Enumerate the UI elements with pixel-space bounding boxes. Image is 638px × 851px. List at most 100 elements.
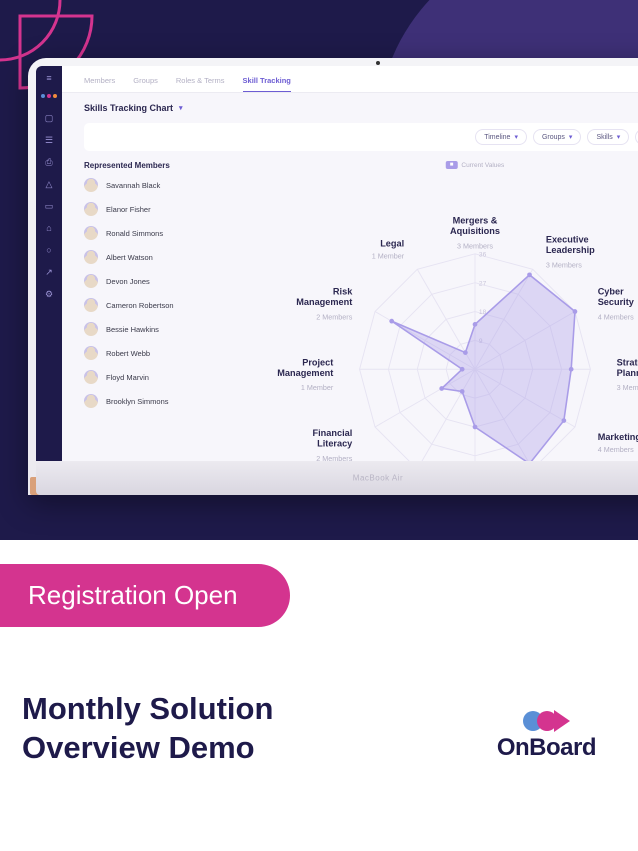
svg-text:27: 27 (479, 280, 487, 287)
svg-text:FinancialLiteracy: FinancialLiteracy (313, 428, 354, 448)
avatar (84, 202, 98, 216)
tab-members[interactable]: Members (84, 72, 115, 92)
legend-swatch: ■ (446, 161, 458, 169)
member-row[interactable]: Bessie Hawkins (84, 322, 234, 336)
member-name: Ronald Simmons (106, 229, 163, 238)
sidebar-item-7-icon[interactable]: ○ (43, 244, 55, 256)
chart-title-text: Skills Tracking Chart (84, 103, 173, 113)
avatar (84, 226, 98, 240)
member-name: Robert Webb (106, 349, 150, 358)
sidebar-item-6-icon[interactable]: ⌂ (43, 222, 55, 234)
filter-timeline[interactable]: Timeline▾ (475, 129, 527, 145)
radar-svg: 9182736Mergers &Aquisitions3 MembersExec… (252, 161, 638, 461)
svg-text:3 Members: 3 Members (457, 242, 493, 251)
legend-label: Current Values (461, 162, 504, 169)
svg-text:36: 36 (479, 251, 487, 258)
svg-text:1 Member: 1 Member (372, 251, 405, 260)
filter-row: Timeline▾Groups▾Skills▾Members▾ (84, 123, 638, 151)
members-title: Represented Members (84, 161, 234, 170)
member-name: Brooklyn Simmons (106, 397, 169, 406)
sidebar-item-5-icon[interactable]: ▭ (43, 200, 55, 212)
sidebar: ≡ ▢ ☰ ⎙ △ ▭ ⌂ ○ ↗ ⚙ (36, 66, 62, 461)
avatar (84, 274, 98, 288)
sidebar-item-4-icon[interactable]: △ (43, 178, 55, 190)
member-row[interactable]: Ronald Simmons (84, 226, 234, 240)
member-name: Savannah Black (106, 181, 160, 190)
tab-skill-tracking[interactable]: Skill Tracking (243, 72, 291, 92)
registration-banner: Registration Open (0, 564, 290, 627)
main-panel: Members Groups Roles & Terms Skill Tracking… (62, 66, 638, 461)
member-row[interactable]: Albert Watson (84, 250, 234, 264)
onboard-logo: OnBoard (497, 710, 596, 762)
member-name: Albert Watson (106, 253, 153, 262)
svg-text:StrategicPlanning: StrategicPlanning (617, 357, 638, 377)
svg-text:3 Members: 3 Members (546, 261, 582, 270)
tab-groups[interactable]: Groups (133, 72, 158, 92)
app-screen: ≡ ▢ ☰ ⎙ △ ▭ ⌂ ○ ↗ ⚙ (36, 66, 638, 461)
svg-text:Legal: Legal (380, 239, 404, 249)
laptop-frame: ≡ ▢ ☰ ⎙ △ ▭ ⌂ ○ ↗ ⚙ (28, 58, 638, 495)
tabs-row: Members Groups Roles & Terms Skill Tracking (62, 66, 638, 93)
member-name: Bessie Hawkins (106, 325, 159, 334)
headline-line-2: Overview Demo (22, 729, 273, 768)
svg-text:ProjectManagement: ProjectManagement (277, 357, 333, 377)
members-column: Represented Members Savannah Black Elanor… (84, 161, 234, 461)
svg-text:2 Members: 2 Members (316, 454, 352, 461)
body-row: Represented Members Savannah Black Elanor… (84, 161, 638, 461)
svg-text:3 Members: 3 Members (617, 383, 638, 392)
member-row[interactable]: Brooklyn Simmons (84, 394, 234, 408)
chevron-down-icon: ▾ (179, 104, 183, 112)
content-area: Skills Tracking Chart ▾ Timeline▾ Groups▾… (62, 93, 638, 461)
sidebar-item-2-icon[interactable]: ☰ (43, 134, 55, 146)
avatar (84, 250, 98, 264)
sidebar-item-8-icon[interactable]: ↗ (43, 266, 55, 278)
filter-skills[interactable]: Skills▾ (587, 129, 629, 145)
laptop-badge: MacBook Air (353, 474, 403, 483)
svg-text:4 Members: 4 Members (598, 312, 634, 321)
members-list: Savannah Black Elanor Fisher Ronald Simmon… (84, 178, 234, 408)
avatar (84, 178, 98, 192)
laptop-mockup: ≡ ▢ ☰ ⎙ △ ▭ ⌂ ○ ↗ ⚙ (28, 58, 638, 518)
chart-legend: ■ Current Values (446, 161, 505, 169)
avatar (84, 370, 98, 384)
sidebar-item-3-icon[interactable]: ⎙ (43, 156, 55, 168)
filter-groups[interactable]: Groups▾ (533, 129, 581, 145)
svg-text:4 Members: 4 Members (598, 445, 634, 454)
member-row[interactable]: Cameron Robertson (84, 298, 234, 312)
brand-name: OnBoard (497, 734, 596, 762)
hero-section: ≡ ▢ ☰ ⎙ △ ▭ ⌂ ○ ↗ ⚙ (0, 0, 638, 540)
member-row[interactable]: Elanor Fisher (84, 202, 234, 216)
chart-title[interactable]: Skills Tracking Chart ▾ (84, 103, 638, 113)
member-name: Cameron Robertson (106, 301, 174, 310)
member-row[interactable]: Savannah Black (84, 178, 234, 192)
avatar (84, 322, 98, 336)
svg-text:2 Members: 2 Members (316, 312, 352, 321)
member-name: Floyd Marvin (106, 373, 149, 382)
lower-section: Registration Open Monthly Solution Overv… (0, 540, 638, 851)
member-row[interactable]: Devon Jones (84, 274, 234, 288)
member-row[interactable]: Robert Webb (84, 346, 234, 360)
member-name: Devon Jones (106, 277, 150, 286)
svg-text:CyberSecurity: CyberSecurity (598, 286, 635, 306)
headline-line-1: Monthly Solution (22, 690, 273, 729)
sidebar-item-9-icon[interactable]: ⚙ (43, 288, 55, 300)
avatar (84, 346, 98, 360)
sidebar-item-1-icon[interactable]: ▢ (43, 112, 55, 124)
brand-logo-icon (523, 710, 570, 732)
banner-text: Registration Open (28, 580, 238, 610)
laptop-base: MacBook Air (36, 461, 638, 495)
avatar (84, 298, 98, 312)
svg-text:ExecutiveLeadership: ExecutiveLeadership (546, 235, 595, 255)
radar-chart: ■ Current Values 9182736Mergers &Aquisit… (252, 161, 638, 461)
tab-roles-terms[interactable]: Roles & Terms (176, 72, 225, 92)
app-logo-icon (41, 94, 57, 98)
member-row[interactable]: Floyd Marvin (84, 370, 234, 384)
avatar (84, 394, 98, 408)
svg-text:RiskManagement: RiskManagement (296, 286, 353, 306)
camera-icon (376, 61, 380, 65)
member-name: Elanor Fisher (106, 205, 151, 214)
menu-icon[interactable]: ≡ (43, 72, 55, 84)
svg-text:Mergers &Aquisitions: Mergers &Aquisitions (450, 216, 500, 236)
svg-text:Marketing: Marketing (598, 432, 638, 442)
event-headline: Monthly Solution Overview Demo (22, 690, 273, 768)
